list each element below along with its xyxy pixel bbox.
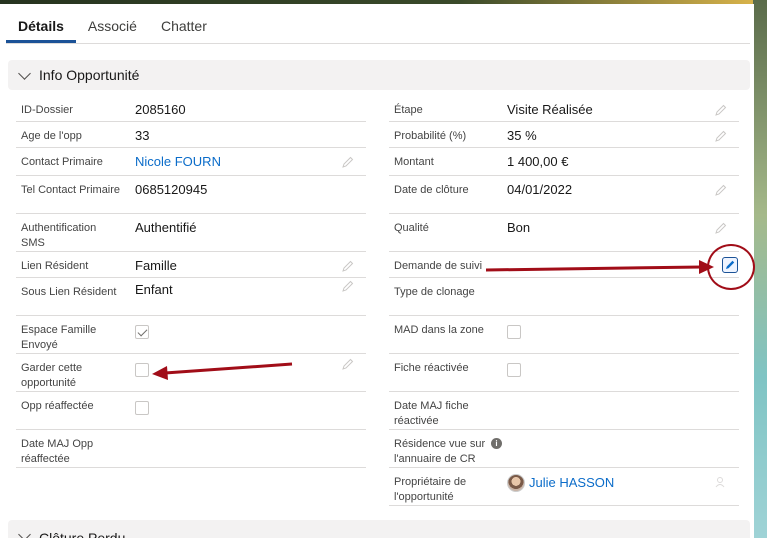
- pencil-icon[interactable]: [342, 280, 354, 292]
- field-label: Date de clôture: [394, 184, 469, 196]
- field-label: Espace Famille Envoyé: [21, 324, 97, 351]
- left-field-column: ID-Dossier 2085160 Age de l'opp 33 Conta…: [16, 96, 366, 468]
- field-label: Opp réaffectée: [21, 400, 94, 412]
- tab-associe[interactable]: Associé: [76, 14, 149, 43]
- contact-link[interactable]: Nicole FOURN: [135, 154, 221, 170]
- field-lien-resident: Lien Résident Famille: [16, 252, 366, 278]
- field-label: Type de clonage: [394, 286, 475, 298]
- field-label: Authentification SMS: [21, 222, 97, 249]
- field-qualite: Qualité Bon: [389, 214, 739, 252]
- field-label: Lien Résident: [21, 260, 89, 272]
- field-label: Qualité: [394, 222, 429, 234]
- owner-link[interactable]: Julie HASSON: [529, 475, 614, 490]
- section-title: Clôture Perdu: [39, 530, 126, 538]
- field-label: Demande de suivi: [394, 260, 483, 272]
- pencil-icon[interactable]: [715, 222, 727, 234]
- field-value: Authentifié: [135, 220, 197, 235]
- owner-change-icon[interactable]: [715, 476, 727, 488]
- field-value: Famille: [135, 258, 177, 273]
- field-proprietaire: Propriétaire de l'opportunité Julie HASS…: [389, 468, 739, 506]
- field-label: ID-Dossier: [21, 104, 73, 116]
- reaffectee-checkbox[interactable]: [135, 401, 149, 415]
- section-header-info[interactable]: Info Opportunité: [8, 60, 750, 90]
- pencil-icon[interactable]: [715, 104, 727, 116]
- field-value: Visite Réalisée: [507, 102, 593, 117]
- field-value: 0685120945: [135, 182, 208, 197]
- field-label: Montant: [394, 156, 434, 168]
- info-icon[interactable]: i: [491, 438, 502, 449]
- garder-checkbox[interactable]: [135, 363, 149, 377]
- avatar: [507, 474, 525, 492]
- pencil-icon[interactable]: [342, 260, 354, 272]
- tab-bar: Détails Associé Chatter: [6, 14, 750, 44]
- right-field-column: Étape Visite Réalisée Probabilité (%) 35…: [389, 96, 739, 506]
- annotation-circle: [707, 244, 755, 290]
- field-label: Tel Contact Primaire: [21, 184, 121, 196]
- field-label: Résidence vue sur l'annuaire de CR: [394, 438, 486, 465]
- espace-famille-checkbox[interactable]: [135, 325, 149, 339]
- field-value: 33: [135, 128, 150, 143]
- field-tel-contact: Tel Contact Primaire 0685120945: [16, 176, 366, 214]
- field-residence-annuaire: Résidence vue sur l'annuaire de CR i: [389, 430, 739, 468]
- field-label: Étape: [394, 104, 423, 116]
- chevron-down-icon: [18, 66, 31, 80]
- field-value: Bon: [507, 220, 531, 235]
- section-title: Info Opportunité: [39, 67, 140, 83]
- field-age-opp: Age de l'opp 33: [16, 122, 366, 148]
- field-date-maj-fiche: Date MAJ fiche réactivée: [389, 392, 739, 430]
- field-id-dossier: ID-Dossier 2085160: [16, 96, 366, 122]
- field-label: MAD dans la zone: [394, 324, 484, 336]
- tab-details[interactable]: Détails: [6, 14, 76, 43]
- field-value: 35 %: [507, 128, 537, 143]
- field-label: Age de l'opp: [21, 130, 82, 142]
- field-mad-zone: MAD dans la zone: [389, 316, 739, 354]
- field-garder-opportunite: Garder cette opportunité: [16, 354, 366, 392]
- field-label: Date MAJ Opp réaffectée: [21, 438, 94, 465]
- field-demande-suivi: Demande de suivi: [389, 252, 739, 278]
- field-date-cloture: Date de clôture 04/01/2022: [389, 176, 739, 214]
- fiche-checkbox[interactable]: [507, 363, 521, 377]
- field-fiche-reactivee: Fiche réactivée: [389, 354, 739, 392]
- field-value: 2085160: [135, 102, 186, 117]
- chevron-down-icon: [18, 528, 31, 538]
- field-sous-lien-resident: Sous Lien Résident Enfant: [16, 278, 366, 316]
- field-label: Date MAJ fiche réactivée: [394, 400, 469, 427]
- background-right-strip: [753, 0, 767, 538]
- field-etape: Étape Visite Réalisée: [389, 96, 739, 122]
- section-header-cloture[interactable]: Clôture Perdu: [8, 520, 750, 538]
- field-value: 1 400,00 €: [507, 154, 569, 169]
- mad-checkbox[interactable]: [507, 325, 521, 339]
- field-label: Propriétaire de l'opportunité: [394, 476, 467, 503]
- field-contact-primaire: Contact Primaire Nicole FOURN: [16, 148, 366, 176]
- field-label: Garder cette opportunité: [21, 362, 83, 389]
- field-label: Contact Primaire: [21, 156, 103, 168]
- pencil-icon[interactable]: [342, 358, 354, 370]
- pencil-icon[interactable]: [715, 130, 727, 142]
- pencil-icon[interactable]: [715, 184, 727, 196]
- field-label: Fiche réactivée: [394, 362, 469, 374]
- field-label: Probabilité (%): [394, 130, 467, 142]
- tab-chatter[interactable]: Chatter: [149, 14, 219, 43]
- field-authentification-sms: Authentification SMS Authentifié: [16, 214, 366, 252]
- pencil-icon[interactable]: [342, 156, 354, 168]
- field-montant: Montant 1 400,00 €: [389, 148, 739, 176]
- field-value: Enfant: [135, 282, 173, 297]
- field-label: Sous Lien Résident: [21, 286, 117, 298]
- field-espace-famille: Espace Famille Envoyé: [16, 316, 366, 354]
- field-value: 04/01/2022: [507, 182, 573, 197]
- field-type-clonage: Type de clonage: [389, 278, 739, 316]
- field-date-maj-opp: Date MAJ Opp réaffectée: [16, 430, 366, 468]
- field-opp-reaffectee: Opp réaffectée: [16, 392, 366, 430]
- field-probabilite: Probabilité (%) 35 %: [389, 122, 739, 148]
